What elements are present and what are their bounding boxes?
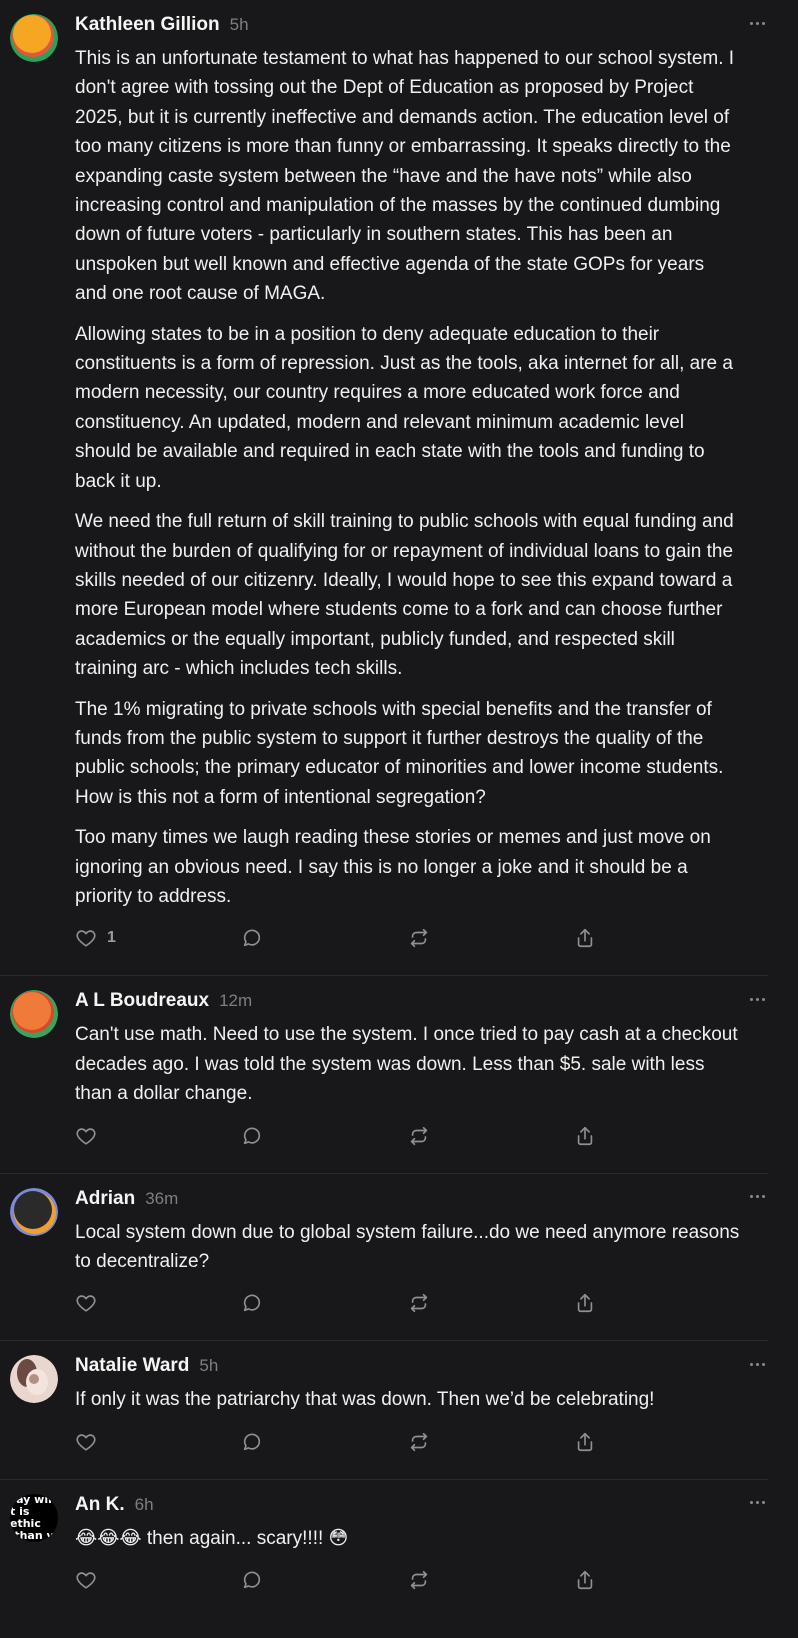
author-name[interactable]: An K.: [75, 1494, 125, 1516]
more-options-icon[interactable]: [744, 1496, 770, 1510]
timestamp[interactable]: 12m: [219, 991, 252, 1011]
action-bar: [75, 1427, 740, 1457]
author-name[interactable]: A L Boudreaux: [75, 990, 209, 1012]
author-name[interactable]: Natalie Ward: [75, 1355, 189, 1377]
reply-button[interactable]: [241, 1125, 407, 1147]
comment: A L Boudreaux 12m Can't use math. Need t…: [0, 976, 770, 1174]
comment: Natalie Ward 5h If only it was the patri…: [0, 1341, 770, 1480]
comment-paragraph: The 1% migrating to private schools with…: [75, 698, 724, 808]
heart-icon: [76, 1127, 96, 1145]
timestamp[interactable]: 5h: [199, 1356, 218, 1376]
comment-paragraph: We need the full return of skill trainin…: [75, 511, 734, 680]
comment-paragraph: 😂😂😂 then again... scary!!!! 😳: [75, 1527, 349, 1549]
comment-paragraph: If only it was the patriarchy that was d…: [75, 1389, 655, 1411]
reply-button[interactable]: [241, 1292, 407, 1314]
action-bar: [75, 1288, 740, 1318]
heart-icon: [76, 930, 96, 947]
repost-button[interactable]: [408, 1569, 574, 1591]
comment: Kathleen Gillion 5h This is an unfortuna…: [0, 0, 770, 977]
action-bar: 1: [75, 923, 740, 953]
avatar[interactable]: [10, 14, 58, 62]
timestamp[interactable]: 6h: [135, 1495, 154, 1515]
like-button[interactable]: [75, 1431, 241, 1453]
share-button[interactable]: [574, 1569, 740, 1591]
action-bar: [75, 1565, 740, 1595]
comment-paragraph: Local system down due to global system f…: [75, 1221, 740, 1272]
author-name[interactable]: Kathleen Gillion: [75, 14, 220, 36]
share-icon: [577, 1126, 592, 1145]
author-name[interactable]: Adrian: [75, 1188, 135, 1210]
comment-feed: Kathleen Gillion 5h This is an unfortuna…: [0, 0, 798, 1617]
repost-button[interactable]: [408, 927, 574, 949]
reply-button[interactable]: [241, 1569, 407, 1591]
share-button[interactable]: [574, 1125, 740, 1147]
avatar-text-line: t is ethic: [10, 1504, 41, 1530]
comment-icon: [244, 1127, 261, 1144]
share-button[interactable]: [574, 927, 740, 949]
like-button[interactable]: [75, 1292, 241, 1314]
comment-icon: [244, 1295, 261, 1312]
comment-icon: [244, 1571, 261, 1589]
like-button[interactable]: 1: [75, 927, 241, 949]
repost-button[interactable]: [408, 1292, 574, 1314]
comment-paragraph: Too many times we laugh reading these st…: [75, 827, 711, 907]
timestamp[interactable]: 5h: [230, 15, 249, 35]
more-options-icon[interactable]: [744, 1190, 770, 1204]
heart-icon: [76, 1434, 96, 1451]
comment-paragraph: This is an unfortunate testament to what…: [75, 48, 735, 305]
share-icon: [577, 1294, 592, 1313]
heart-icon: [76, 1572, 96, 1589]
avatar[interactable]: [10, 1355, 58, 1404]
repost-icon: [410, 1571, 427, 1590]
share-button[interactable]: [574, 1292, 740, 1314]
like-button[interactable]: [75, 1569, 241, 1591]
repost-button[interactable]: [408, 1125, 574, 1147]
avatar[interactable]: ay wil t is ethic than v: [10, 1493, 58, 1542]
comment-icon: [244, 929, 261, 947]
like-button[interactable]: [75, 1125, 241, 1147]
repost-icon: [410, 1294, 427, 1313]
more-options-icon[interactable]: [744, 992, 770, 1006]
repost-icon: [410, 929, 427, 948]
repost-icon: [410, 1126, 427, 1145]
reply-button[interactable]: [241, 1431, 407, 1453]
action-bar: [75, 1121, 740, 1151]
more-options-icon[interactable]: [744, 16, 770, 30]
share-icon: [577, 1571, 592, 1590]
repost-icon: [410, 1432, 427, 1451]
timestamp[interactable]: 36m: [145, 1189, 178, 1209]
repost-button[interactable]: [408, 1431, 574, 1453]
comment: Adrian 36m Local system down due to glob…: [0, 1174, 768, 1342]
share-icon: [577, 929, 592, 948]
comment-paragraph: Can't use math. Need to use the system. …: [75, 1024, 738, 1105]
like-count: 1: [107, 929, 116, 947]
avatar[interactable]: [10, 1187, 58, 1236]
avatar-text-line: ay wil: [16, 1493, 52, 1506]
share-icon: [577, 1432, 592, 1451]
more-options-icon[interactable]: [744, 1357, 770, 1371]
heart-icon: [76, 1295, 96, 1313]
reply-button[interactable]: [241, 927, 407, 949]
avatar-text-line: than v: [14, 1528, 54, 1542]
comment-paragraph: Allowing states to be in a position to d…: [75, 323, 733, 492]
avatar[interactable]: [10, 990, 58, 1039]
comment: ay wil t is ethic than v An K. 6h 😂😂😂 th…: [0, 1480, 768, 1617]
comment-icon: [244, 1433, 261, 1450]
share-button[interactable]: [574, 1431, 740, 1453]
